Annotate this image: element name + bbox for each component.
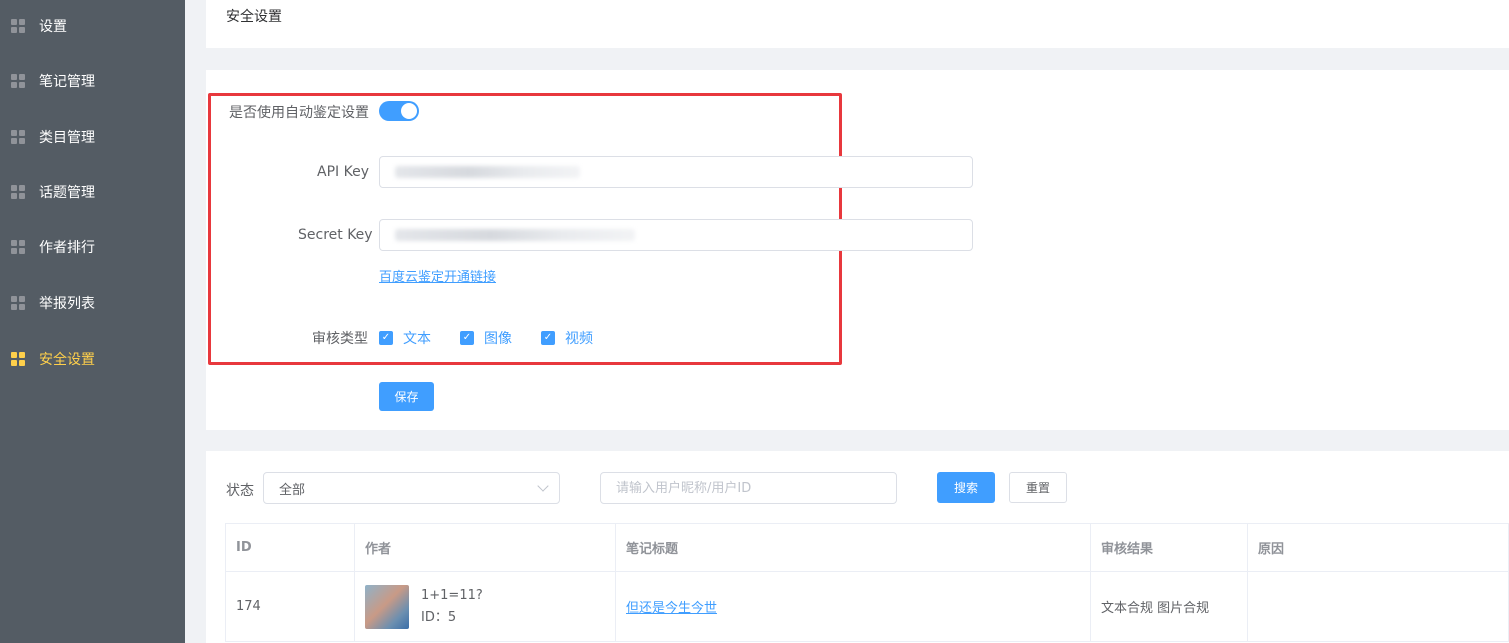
sidebar-item-label: 设置 — [39, 19, 67, 35]
search-input[interactable] — [600, 472, 897, 504]
sidebar-item-reports[interactable]: 举报列表 — [0, 288, 185, 318]
search-button[interactable]: 搜索 — [937, 472, 995, 503]
status-select-value: 全部 — [279, 482, 306, 498]
sidebar-item-settings[interactable]: 设置 — [0, 11, 185, 41]
grid-icon — [11, 296, 25, 310]
auto-review-label: 是否使用自动鉴定设置 — [229, 105, 369, 121]
auto-review-switch[interactable] — [379, 101, 419, 121]
sidebar-item-label: 笔记管理 — [39, 74, 95, 90]
author-id: ID：5 — [421, 609, 457, 625]
checkbox-label: 图像 — [484, 331, 512, 347]
checkbox-image[interactable]: ✓ 图像 — [460, 328, 512, 348]
switch-knob — [401, 103, 417, 119]
sidebar-item-label: 话题管理 — [39, 185, 95, 201]
grid-icon — [11, 74, 25, 88]
sidebar: 设置 笔记管理 类目管理 话题管理 作者排行 举报列表 安全设置 — [0, 0, 185, 643]
cell-reason — [1247, 571, 1509, 642]
api-key-label: API Key — [317, 164, 369, 180]
cell-result: 文本合规 图片合规 — [1090, 571, 1248, 642]
table-header-row: ID 作者 笔记标题 审核结果 原因 — [225, 523, 1509, 572]
grid-icon — [11, 19, 25, 33]
sidebar-item-label: 安全设置 — [39, 352, 95, 368]
secret-key-label: Secret Key — [298, 227, 373, 243]
sidebar-item-label: 举报列表 — [39, 296, 95, 312]
sidebar-item-topics[interactable]: 话题管理 — [0, 177, 185, 207]
status-select[interactable]: 全部 — [263, 472, 560, 504]
secret-key-input[interactable] — [379, 219, 973, 251]
column-header-result: 审核结果 — [1090, 523, 1248, 572]
secret-key-masked-value — [395, 229, 635, 241]
column-header-id: ID — [225, 523, 355, 572]
reset-button[interactable]: 重置 — [1009, 472, 1067, 503]
checkbox-text[interactable]: ✓ 文本 — [379, 328, 431, 348]
review-table: ID 作者 笔记标题 审核结果 原因 174 1+1=11? ID：5 但还是今… — [225, 523, 1509, 642]
table-row: 174 1+1=11? ID：5 但还是今生今世 文本合规 图片合规 — [225, 571, 1509, 642]
check-icon: ✓ — [460, 331, 474, 345]
sidebar-item-security[interactable]: 安全设置 — [0, 344, 185, 374]
sidebar-item-author-ranking[interactable]: 作者排行 — [0, 232, 185, 262]
header-panel: 安全设置 — [206, 0, 1509, 48]
column-header-reason: 原因 — [1247, 523, 1509, 572]
baidu-link[interactable]: 百度云鉴定开通链接 — [379, 266, 496, 285]
sidebar-item-notes[interactable]: 笔记管理 — [0, 66, 185, 96]
cell-author: 1+1=11? ID：5 — [354, 571, 616, 642]
check-icon: ✓ — [379, 331, 393, 345]
checkbox-label: 视频 — [565, 331, 593, 347]
note-title-link[interactable]: 但还是今生今世 — [626, 601, 717, 616]
check-icon: ✓ — [541, 331, 555, 345]
save-button[interactable]: 保存 — [379, 382, 434, 411]
api-key-masked-value — [395, 166, 580, 178]
status-label: 状态 — [226, 483, 254, 499]
chevron-down-icon — [537, 480, 549, 492]
cell-title: 但还是今生今世 — [615, 571, 1091, 642]
security-form: 是否使用自动鉴定设置 API Key Secret Key 百度云鉴定开通链接 … — [206, 70, 1509, 430]
grid-icon — [11, 240, 25, 254]
column-header-author: 作者 — [354, 523, 616, 572]
grid-icon — [11, 185, 25, 199]
review-type-label: 审核类型 — [312, 331, 368, 347]
page-title: 安全设置 — [226, 9, 282, 25]
checkbox-video[interactable]: ✓ 视频 — [541, 328, 593, 348]
author-name: 1+1=11? — [421, 587, 483, 603]
sidebar-item-categories[interactable]: 类目管理 — [0, 122, 185, 152]
checkbox-label: 文本 — [403, 331, 431, 347]
grid-icon — [11, 352, 25, 366]
cell-id: 174 — [225, 571, 355, 642]
review-list-panel: 状态 全部 搜索 重置 ID 作者 笔记标题 审核结果 原因 174 — [206, 451, 1509, 643]
avatar — [365, 584, 409, 629]
grid-icon — [11, 130, 25, 144]
api-key-input[interactable] — [379, 156, 973, 188]
review-type-group: ✓ 文本 ✓ 图像 ✓ 视频 — [379, 328, 622, 348]
sidebar-item-label: 作者排行 — [39, 240, 95, 256]
column-header-title: 笔记标题 — [615, 523, 1091, 572]
sidebar-item-label: 类目管理 — [39, 130, 95, 146]
